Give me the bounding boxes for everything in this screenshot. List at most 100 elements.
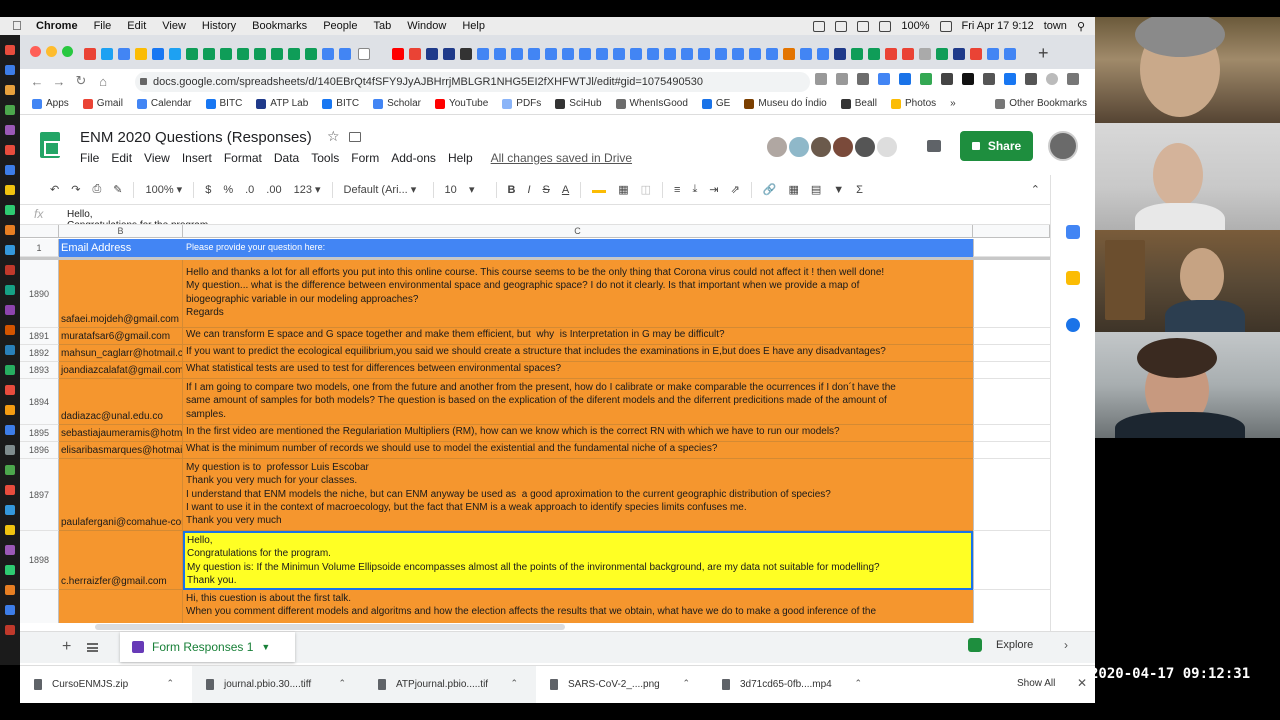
dock-app-icon[interactable] (5, 625, 15, 635)
dock-app-icon[interactable] (5, 565, 15, 575)
menubar-clock[interactable]: Fri Apr 17 9:12 (962, 20, 1034, 32)
dock-app-icon[interactable] (5, 225, 15, 235)
dock-app-icon[interactable] (5, 605, 15, 615)
bookmark-youtube[interactable]: YouTube (434, 98, 488, 109)
browser-tab-favicon[interactable] (851, 48, 863, 60)
star-icon[interactable]: ☆ (327, 128, 340, 145)
browser-tab-favicon[interactable] (766, 48, 778, 60)
dock-app-icon[interactable] (5, 85, 15, 95)
close-window-button[interactable] (30, 46, 41, 57)
bookmarks-overflow[interactable]: » (950, 98, 956, 109)
row-number[interactable]: 1 (20, 239, 59, 257)
sheets-menu-view[interactable]: View (144, 151, 170, 165)
collaborator-avatar[interactable] (831, 135, 855, 159)
browser-tab-favicon[interactable] (443, 48, 455, 60)
bookmark-ge[interactable]: GE (701, 98, 730, 109)
dock-app-icon[interactable] (5, 185, 15, 195)
browser-tab-favicon[interactable] (834, 48, 846, 60)
strikethrough-button[interactable]: S (543, 184, 550, 196)
sheets-menu-insert[interactable]: Insert (182, 151, 212, 165)
browser-tab-favicon[interactable] (817, 48, 829, 60)
question-cell[interactable]: We can transform E space and G space tog… (183, 328, 973, 345)
bookmark-scholar[interactable]: Scholar (373, 98, 421, 109)
filter-icon[interactable]: ▼ (833, 184, 844, 196)
font-size-select[interactable]: 10 ▾ (445, 183, 485, 196)
question-cell[interactable]: What statistical tests are used to test … (183, 362, 973, 379)
browser-tab-favicon[interactable] (84, 48, 96, 60)
dock-app-icon[interactable] (5, 45, 15, 55)
browser-tab-favicon[interactable] (800, 48, 812, 60)
row-number[interactable]: 1891 (20, 328, 59, 345)
email-cell[interactable]: c.herraizfer@gmail.com (59, 531, 183, 590)
row-number[interactable]: 1896 (20, 442, 59, 459)
empty-cell[interactable] (973, 328, 1050, 345)
question-cell[interactable]: Hi, this cuestion is about the first tal… (183, 590, 973, 623)
extension-icon[interactable] (878, 73, 890, 85)
row-number[interactable]: 1890 (20, 260, 59, 328)
browser-tab-favicon[interactable] (545, 48, 557, 60)
dock-app-icon[interactable] (5, 365, 15, 375)
header-cell-email[interactable]: Email Address (59, 239, 183, 257)
dock-app-icon[interactable] (5, 125, 15, 135)
zoom-icon[interactable] (815, 73, 827, 85)
video-tile-participant[interactable] (1095, 332, 1280, 438)
browser-tab-favicon[interactable] (783, 48, 795, 60)
bookmark-pdfs[interactable]: PDFs (502, 98, 541, 109)
dock-app-icon[interactable] (5, 445, 15, 455)
empty-cell[interactable] (973, 590, 1050, 623)
bookmark-calendar[interactable]: Calendar (136, 98, 192, 109)
dock-app-icon[interactable] (5, 345, 15, 355)
dock-app-icon[interactable] (5, 545, 15, 555)
browser-tab-favicon[interactable] (902, 48, 914, 60)
column-header-b[interactable]: B (59, 225, 183, 238)
browser-tab-favicon[interactable] (477, 48, 489, 60)
question-cell[interactable]: My question is to professor Luis Escobar… (183, 459, 973, 531)
menu-window[interactable]: Window (407, 20, 446, 32)
bookmark-bitc-2[interactable]: BITC (322, 98, 359, 109)
collaborator-avatar[interactable] (787, 135, 811, 159)
question-cell[interactable]: If you want to predict the ecological eq… (183, 345, 973, 362)
add-sheet-plus-icon[interactable]: + (62, 638, 71, 656)
empty-cell[interactable] (973, 442, 1050, 459)
collaborator-avatar[interactable] (765, 135, 789, 159)
italic-button[interactable]: I (527, 184, 530, 196)
browser-tab-favicon[interactable] (460, 48, 472, 60)
email-cell[interactable]: sebastiajaumeramis@hotmail.com (59, 425, 183, 442)
profile-icon[interactable] (1046, 73, 1058, 85)
menubar-user[interactable]: town (1044, 20, 1067, 32)
camera-icon[interactable] (813, 20, 826, 32)
explore-button[interactable]: Explore (968, 638, 1033, 652)
sheets-menu-file[interactable]: File (80, 151, 99, 165)
browser-tab-favicon[interactable] (1004, 48, 1016, 60)
download-item[interactable]: ATPjournal.pbio.....tif ⌃ (364, 666, 536, 703)
browser-tab-favicon[interactable] (118, 48, 130, 60)
collaborator-avatar[interactable] (875, 135, 899, 159)
sheets-logo-icon[interactable] (40, 132, 60, 158)
calendar-icon[interactable] (1066, 225, 1080, 239)
bookmark-whenisgood[interactable]: WhenIsGood (615, 98, 688, 109)
borders-icon[interactable]: ▦ (618, 183, 628, 196)
browser-tab-favicon[interactable] (596, 48, 608, 60)
row-number[interactable]: 1897 (20, 459, 59, 531)
horizontal-scrollbar[interactable] (20, 623, 1050, 631)
chevron-up-icon[interactable]: ⌃ (338, 678, 346, 689)
sheets-menu-format[interactable]: Format (224, 151, 262, 165)
zoom-select[interactable]: 100% ▾ (145, 183, 182, 196)
extension-icon[interactable] (983, 73, 995, 85)
browser-tab-favicon[interactable] (203, 48, 215, 60)
extension-icon[interactable] (1004, 73, 1016, 85)
empty-cell[interactable] (973, 260, 1050, 328)
forward-arrow-icon[interactable]: → (48, 74, 70, 89)
screen-icon[interactable] (835, 20, 848, 32)
bookmark-scihub[interactable]: SciHub (555, 98, 602, 109)
chevron-down-icon[interactable]: ▼ (261, 642, 270, 652)
functions-icon[interactable]: Σ (856, 184, 863, 196)
sheet-tab-form-responses[interactable]: Form Responses 1 ▼ (120, 632, 295, 662)
menu-history[interactable]: History (202, 20, 236, 32)
dock-app-icon[interactable] (5, 105, 15, 115)
extension-icon[interactable] (857, 73, 869, 85)
empty-cell[interactable] (973, 362, 1050, 379)
dock-app-icon[interactable] (5, 325, 15, 335)
horizontal-align-icon[interactable]: ≡ (674, 184, 680, 196)
empty-cell[interactable] (973, 379, 1050, 425)
